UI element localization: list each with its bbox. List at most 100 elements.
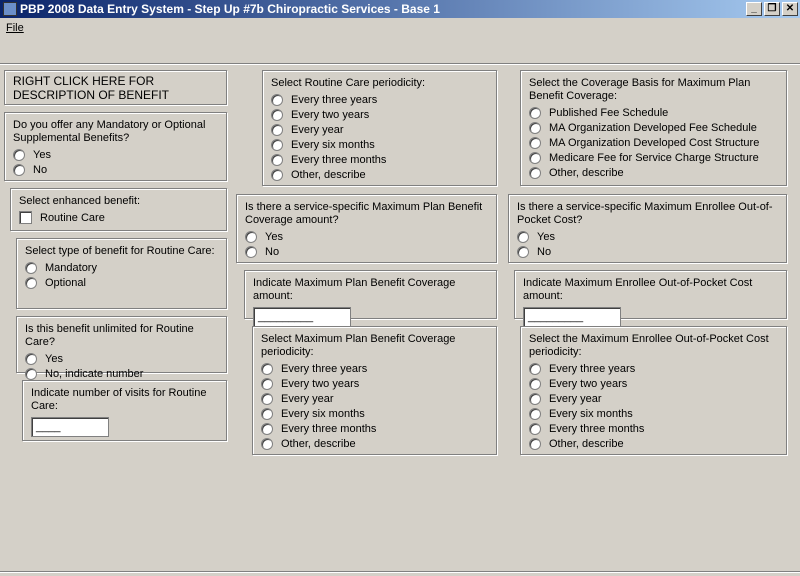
max-plan-q-question: Is there a service-specific Maximum Plan…: [245, 201, 483, 226]
radio-button[interactable]: [271, 153, 283, 166]
radio-button[interactable]: [271, 168, 283, 181]
radio-label: MA Organization Developed Fee Schedule: [549, 121, 757, 134]
radio-button[interactable]: [13, 163, 25, 176]
radio-button[interactable]: [529, 166, 541, 179]
radio-option[interactable]: Other, describe: [529, 165, 778, 180]
oop-amount-group: Indicate Maximum Enrollee Out-of-Pocket …: [514, 270, 787, 327]
radio-label: MA Organization Developed Cost Structure: [549, 136, 760, 149]
radio-option[interactable]: Published Fee Schedule: [529, 105, 778, 120]
divider: [0, 63, 800, 65]
radio-button[interactable]: [529, 362, 541, 375]
radio-button[interactable]: [25, 276, 37, 289]
radio-option[interactable]: Other, describe: [529, 436, 778, 451]
radio-button[interactable]: [529, 136, 541, 149]
radio-option[interactable]: No: [13, 162, 218, 177]
radio-button[interactable]: [271, 138, 283, 151]
radio-option[interactable]: Other, describe: [271, 167, 488, 182]
radio-option[interactable]: Optional: [25, 275, 218, 290]
enhanced-group: Select enhanced benefit: Routine Care: [10, 188, 227, 231]
close-button[interactable]: ✕: [782, 2, 798, 16]
coverage-basis-group: Select the Coverage Basis for Maximum Pl…: [520, 70, 787, 186]
radio-button[interactable]: [529, 151, 541, 164]
radio-button[interactable]: [261, 437, 273, 450]
radio-button[interactable]: [261, 392, 273, 405]
radio-button[interactable]: [529, 392, 541, 405]
window-title: PBP 2008 Data Entry System - Step Up #7b…: [20, 2, 440, 16]
radio-option[interactable]: Yes: [25, 351, 218, 366]
radio-button[interactable]: [25, 367, 37, 380]
restore-button[interactable]: ❐: [764, 2, 780, 16]
radio-label: Yes: [45, 352, 63, 365]
radio-label: Every two years: [549, 377, 628, 390]
oop-amount-input[interactable]: _________: [523, 307, 621, 327]
radio-option[interactable]: Every year: [271, 122, 488, 137]
visits-input[interactable]: ____: [31, 417, 109, 437]
radio-option[interactable]: Every three years: [271, 92, 488, 107]
radio-option[interactable]: No: [245, 244, 488, 259]
radio-button[interactable]: [245, 230, 257, 243]
radio-label: No, indicate number: [45, 367, 144, 380]
radio-button[interactable]: [529, 422, 541, 435]
periodicity-group: Select Routine Care periodicity: Every th…: [262, 70, 497, 186]
radio-button[interactable]: [529, 121, 541, 134]
radio-option[interactable]: Every year: [261, 391, 488, 406]
radio-option[interactable]: Mandatory: [25, 260, 218, 275]
radio-option[interactable]: MA Organization Developed Cost Structure: [529, 135, 778, 150]
radio-button[interactable]: [13, 148, 25, 161]
radio-option[interactable]: Medicare Fee for Service Charge Structur…: [529, 150, 778, 165]
radio-option[interactable]: MA Organization Developed Fee Schedule: [529, 120, 778, 135]
radio-button[interactable]: [271, 123, 283, 136]
radio-button[interactable]: [261, 377, 273, 390]
radio-option[interactable]: Every three years: [261, 361, 488, 376]
radio-option[interactable]: Every six months: [261, 406, 488, 421]
radio-label: Yes: [265, 230, 283, 243]
radio-option[interactable]: Every three years: [529, 361, 778, 376]
radio-button[interactable]: [517, 245, 529, 258]
max-plan-amount-input[interactable]: _________: [253, 307, 351, 327]
radio-option[interactable]: Every three months: [529, 421, 778, 436]
radio-option[interactable]: No, indicate number: [25, 366, 218, 381]
menu-file[interactable]: File: [6, 22, 24, 34]
radio-option[interactable]: Every six months: [271, 137, 488, 152]
radio-label: No: [537, 245, 552, 258]
radio-option[interactable]: Yes: [13, 147, 218, 162]
radio-label: Mandatory: [45, 261, 97, 274]
radio-button[interactable]: [517, 230, 529, 243]
radio-option[interactable]: Yes: [245, 229, 488, 244]
visits-group: Indicate number of visits for Routine Ca…: [22, 380, 227, 441]
radio-button[interactable]: [25, 352, 37, 365]
radio-button[interactable]: [271, 93, 283, 106]
coverage-basis-question: Select the Coverage Basis for Maximum Pl…: [529, 77, 751, 102]
radio-option[interactable]: Every two years: [271, 107, 488, 122]
radio-button[interactable]: [529, 377, 541, 390]
radio-label: Every two years: [281, 377, 360, 390]
radio-label: Every three years: [281, 362, 368, 375]
radio-label: Every three months: [549, 422, 645, 435]
radio-option[interactable]: Every two years: [261, 376, 488, 391]
radio-button[interactable]: [245, 245, 257, 258]
benefit-description-banner[interactable]: RIGHT CLICK HERE FOR DESCRIPTION OF BENE…: [4, 70, 227, 105]
radio-option[interactable]: Every three months: [261, 421, 488, 436]
radio-option[interactable]: No: [517, 244, 778, 259]
radio-button[interactable]: [261, 422, 273, 435]
radio-label: Every six months: [291, 138, 375, 151]
radio-label: Every three months: [291, 153, 387, 166]
radio-label: Every year: [291, 123, 344, 136]
radio-button[interactable]: [529, 407, 541, 420]
radio-label: No: [265, 245, 280, 258]
radio-option[interactable]: Other, describe: [261, 436, 488, 451]
radio-option[interactable]: Every three months: [271, 152, 488, 167]
radio-option[interactable]: Every two years: [529, 376, 778, 391]
radio-option[interactable]: Yes: [517, 229, 778, 244]
minimize-button[interactable]: _: [746, 2, 762, 16]
radio-button[interactable]: [529, 437, 541, 450]
radio-button[interactable]: [25, 261, 37, 274]
radio-button[interactable]: [271, 108, 283, 121]
radio-button[interactable]: [529, 106, 541, 119]
radio-option[interactable]: Every six months: [529, 406, 778, 421]
radio-button[interactable]: [261, 362, 273, 375]
routine-care-checkbox[interactable]: [19, 211, 32, 224]
radio-button[interactable]: [261, 407, 273, 420]
radio-label: Every two years: [291, 108, 370, 121]
radio-option[interactable]: Every year: [529, 391, 778, 406]
